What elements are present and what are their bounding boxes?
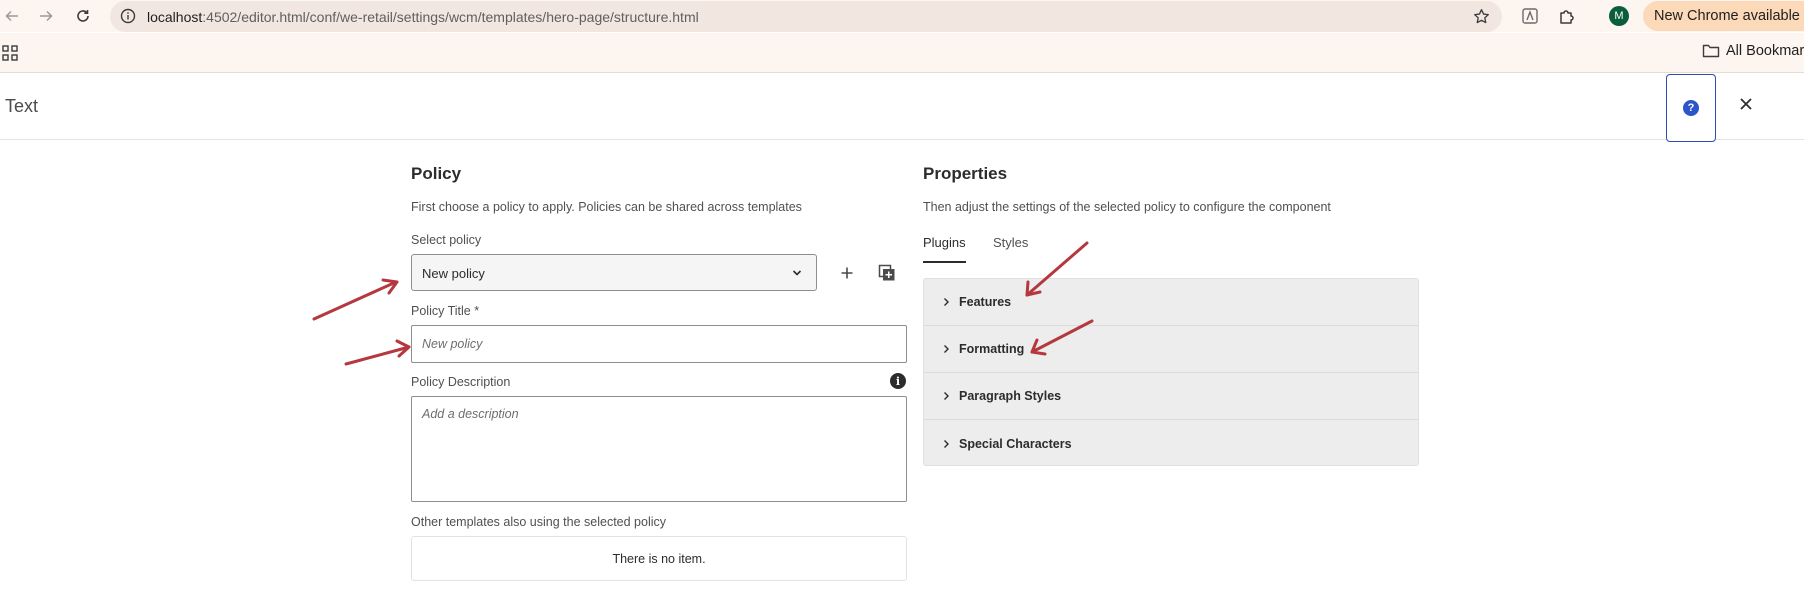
bookmarks-bar: All Bookmarks: [0, 33, 1804, 73]
select-policy-dropdown[interactable]: New policy: [411, 254, 817, 291]
all-bookmarks-button[interactable]: All Bookmarks: [1702, 43, 1804, 59]
accordion-label: Special Characters: [959, 436, 1072, 451]
close-button[interactable]: [1735, 93, 1757, 115]
accordion-item-paragraph-styles[interactable]: Paragraph Styles: [924, 373, 1418, 420]
select-policy-value: New policy: [422, 266, 485, 281]
help-icon: ?: [1683, 100, 1699, 116]
browser-toolbar: localhost:4502/editor.html/conf/we-retai…: [0, 0, 1804, 32]
accordion-item-special-characters[interactable]: Special Characters: [924, 420, 1418, 467]
chevron-right-icon: [944, 298, 949, 306]
profile-avatar[interactable]: M: [1609, 6, 1629, 26]
puzzle-extensions-icon[interactable]: [1558, 7, 1576, 25]
accordion-label: Formatting: [959, 342, 1025, 356]
tab-styles[interactable]: Styles: [993, 235, 1028, 263]
policy-title-label: Policy Title *: [411, 304, 480, 318]
add-policy-button[interactable]: [836, 262, 858, 284]
plus-icon: [841, 267, 853, 279]
accordion-item-formatting[interactable]: Formatting: [924, 326, 1418, 373]
help-button[interactable]: ?: [1666, 74, 1716, 142]
url-path: :4502/editor.html/conf/we-retail/setting…: [202, 9, 699, 25]
accordion-item-features[interactable]: Features: [924, 279, 1418, 326]
chevron-right-icon: [944, 392, 949, 400]
back-icon[interactable]: [2, 6, 22, 26]
policy-help-text: First choose a policy to apply. Policies…: [411, 200, 802, 214]
empty-list-text: There is no item.: [612, 551, 706, 566]
url-host: localhost: [147, 9, 203, 25]
policy-description-label: Policy Description: [411, 375, 511, 389]
chevron-right-icon: [944, 439, 949, 448]
folder-icon: [1702, 44, 1720, 58]
accordion-label: Paragraph Styles: [959, 389, 1062, 403]
dialog-header: Text ?: [0, 74, 1804, 142]
chevron-down-icon: [792, 270, 802, 276]
dialog-title: Text: [5, 96, 39, 116]
extension-icon[interactable]: [1521, 7, 1539, 25]
site-info-icon[interactable]: [120, 8, 136, 24]
apps-grid-icon[interactable]: [2, 45, 18, 61]
policy-description-textarea[interactable]: [411, 396, 907, 502]
chevron-right-icon: [944, 345, 949, 353]
forward-icon[interactable]: [36, 6, 56, 26]
annotation-arrow: [312, 278, 399, 321]
properties-help-text: Then adjust the settings of the selected…: [923, 200, 1331, 214]
duplicate-policy-button[interactable]: [876, 262, 898, 284]
tab-plugins[interactable]: Plugins: [923, 235, 966, 263]
annotation-arrow: [344, 339, 411, 366]
all-bookmarks-label: All Bookmarks: [1726, 43, 1804, 59]
properties-heading: Properties: [923, 164, 1008, 183]
address-bar[interactable]: localhost:4502/editor.html/conf/we-retai…: [110, 1, 1502, 32]
duplicate-icon: [878, 264, 895, 281]
info-icon[interactable]: i: [890, 373, 906, 389]
accordion-label: Features: [959, 295, 1012, 309]
other-templates-label: Other templates also using the selected …: [411, 515, 666, 529]
policy-heading: Policy: [411, 164, 462, 183]
close-icon: [1740, 98, 1752, 110]
select-policy-label: Select policy: [411, 233, 482, 247]
reload-icon[interactable]: [73, 6, 93, 26]
policy-title-input[interactable]: [411, 325, 907, 363]
bookmark-star-icon[interactable]: [1473, 8, 1490, 25]
url-text: localhost:4502/editor.html/conf/we-retai…: [147, 9, 699, 25]
chrome-update-button[interactable]: New Chrome available: [1643, 1, 1804, 31]
plugins-accordion: Features Formatting Paragraph Styles Spe…: [923, 278, 1419, 466]
other-templates-list: There is no item.: [411, 536, 907, 581]
